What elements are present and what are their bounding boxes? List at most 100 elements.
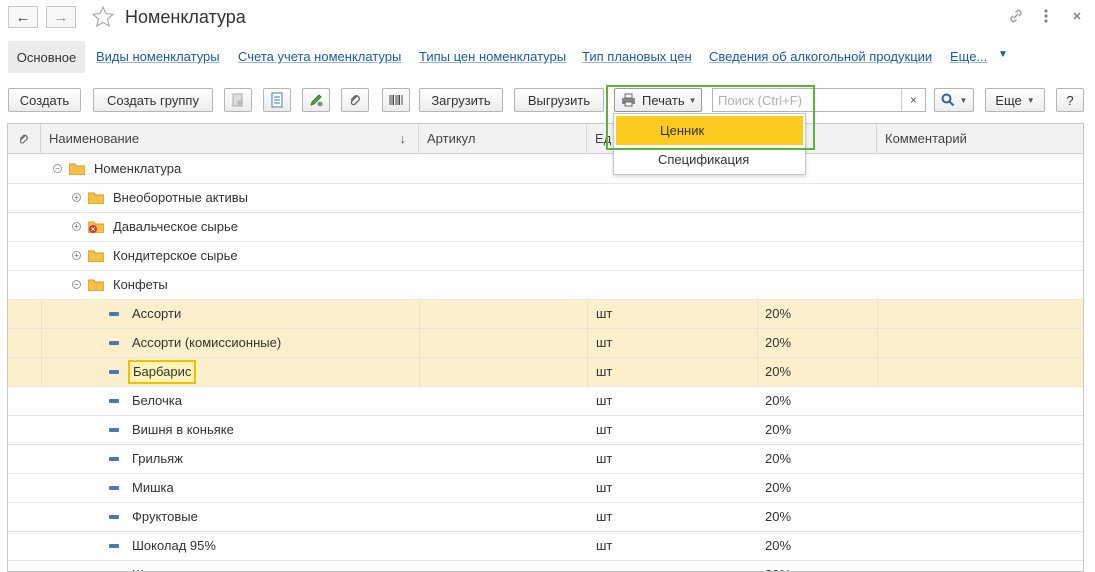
expand-icon[interactable]: +: [72, 251, 81, 260]
group-row-candies[interactable]: − Конфеты: [8, 271, 1083, 300]
folder-icon: [88, 279, 104, 291]
list-button[interactable]: [263, 88, 291, 112]
item-name: Мишка: [132, 480, 174, 495]
tab-accounting-accounts[interactable]: Счета учета номенклатуры: [238, 49, 401, 64]
forward-button[interactable]: →: [46, 6, 76, 28]
table-row[interactable]: Ассорти шт 20%: [8, 300, 1083, 329]
group-row-confectionery-raw[interactable]: + Кондитерское сырье: [8, 242, 1083, 271]
menu-item-price-tag[interactable]: Ценник: [616, 116, 803, 145]
tab-planned-price-type[interactable]: Тип плановых цен: [582, 49, 692, 64]
item-vat: 20%: [765, 509, 792, 524]
page-title: Номенклатура: [125, 7, 246, 27]
attachment-column-header[interactable]: [8, 124, 41, 154]
item-name: Вишня в коньяке: [132, 422, 234, 437]
item-vat: 20%: [765, 422, 792, 437]
table-row[interactable]: Белочка шт 20%: [8, 387, 1083, 416]
group-row-tolling-materials[interactable]: + Давальческое сырье: [8, 213, 1083, 242]
item-vat: 20%: [765, 393, 792, 408]
item-name-focused[interactable]: Барбарис: [128, 358, 197, 387]
name-column-header[interactable]: Наименование ↓: [41, 124, 419, 154]
item-icon: [109, 544, 119, 548]
clear-search-button[interactable]: ×: [901, 89, 925, 111]
group-row-fixed-assets[interactable]: + Внеоборотные активы: [8, 184, 1083, 213]
table-row[interactable]: Мишка шт 20%: [8, 474, 1083, 503]
more-vertical-icon[interactable]: [1042, 8, 1050, 24]
item-icon: [109, 312, 119, 316]
item-vat: 20%: [765, 364, 792, 379]
nomenclature-table: Наименование ↓ Артикул Ед Комментарий − …: [7, 123, 1084, 572]
tab-nomenclature-types[interactable]: Виды номенклатуры: [96, 49, 220, 64]
link-icon[interactable]: [1008, 8, 1024, 24]
item-name: Белочка: [132, 393, 182, 408]
item-icon: [109, 341, 119, 345]
folder-deleted-icon: [88, 221, 104, 233]
item-name: Фруктовые: [132, 509, 198, 524]
load-button[interactable]: Загрузить: [419, 88, 503, 112]
attach-button[interactable]: [341, 88, 369, 112]
expand-icon[interactable]: +: [72, 222, 81, 231]
group-row-nomenclature[interactable]: − Номенклатура: [8, 155, 1083, 184]
search-button[interactable]: ▼: [934, 88, 974, 112]
print-button[interactable]: Печать ▼: [614, 88, 702, 112]
table-row[interactable]: Фруктовые шт 20%: [8, 503, 1083, 532]
search-input[interactable]: [713, 89, 901, 111]
star-icon[interactable]: [91, 5, 115, 29]
item-name: Ш...: [132, 561, 155, 571]
tab-main[interactable]: Основное: [8, 41, 85, 73]
barcode-button[interactable]: [382, 88, 410, 112]
table-header: Наименование ↓ Артикул Ед Комментарий: [8, 124, 1083, 154]
item-unit: шт: [596, 480, 613, 495]
tab-alcohol-info[interactable]: Сведения об алкогольной продукции: [709, 49, 932, 64]
tab-price-types[interactable]: Типы цен номенклатуры: [419, 49, 566, 64]
collapse-icon[interactable]: −: [53, 164, 62, 173]
section-tabs: Основное Виды номенклатуры Счета учета н…: [8, 41, 1088, 73]
more-button[interactable]: Еще ▼: [985, 88, 1045, 112]
item-unit: шт: [596, 538, 613, 553]
close-icon[interactable]: [1071, 8, 1083, 24]
item-icon: [109, 457, 119, 461]
help-button[interactable]: ?: [1056, 88, 1084, 112]
item-vat: 20%: [765, 335, 792, 350]
table-row[interactable]: Ассорти (комиссионные) шт 20%: [8, 329, 1083, 358]
create-button[interactable]: Создать: [8, 88, 81, 112]
title-bar: ← → Номенклатура: [0, 0, 1095, 36]
item-unit: шт: [596, 335, 613, 350]
item-name: Грильяж: [132, 451, 183, 466]
expand-icon[interactable]: +: [72, 193, 81, 202]
collapse-icon[interactable]: −: [72, 280, 81, 289]
chevron-down-icon: ▼: [688, 95, 697, 105]
tab-more[interactable]: Еще...: [950, 49, 987, 64]
table-row[interactable]: Грильяж шт 20%: [8, 445, 1083, 474]
menu-item-specification[interactable]: Спецификация: [614, 145, 805, 174]
comment-column-header[interactable]: Комментарий: [877, 124, 1083, 154]
printer-icon: [622, 93, 635, 107]
search-field[interactable]: ×: [712, 88, 926, 112]
item-icon: [109, 515, 119, 519]
copy-button[interactable]: [224, 88, 252, 112]
arrow-left-icon: ←: [15, 8, 31, 26]
unload-button[interactable]: Выгрузить: [514, 88, 604, 112]
table-row[interactable]: Вишня в коньяке шт 20%: [8, 416, 1083, 445]
item-icon: [109, 428, 119, 432]
item-unit: шт: [596, 364, 613, 379]
item-unit: шт: [596, 561, 612, 571]
pencil-icon: [310, 94, 323, 107]
sort-desc-icon: ↓: [399, 131, 407, 146]
article-column-header[interactable]: Артикул: [419, 124, 587, 154]
chevron-down-icon: ▼: [1026, 95, 1035, 105]
table-row-current[interactable]: Барбарис шт 20%: [8, 358, 1083, 387]
create-group-button[interactable]: Создать группу: [93, 88, 213, 112]
table-row[interactable]: Шоколад 95% шт 20%: [8, 532, 1083, 561]
back-button[interactable]: ←: [8, 6, 38, 28]
item-unit: шт: [596, 393, 613, 408]
item-unit: шт: [596, 509, 613, 524]
item-vat: 20%: [765, 306, 792, 321]
print-menu: Ценник Спецификация: [613, 113, 806, 175]
item-name: Ассорти (комиссионные): [132, 335, 282, 350]
chevron-down-icon[interactable]: ▼: [998, 49, 1008, 60]
item-vat: 20%: [765, 480, 792, 495]
item-name: Ассорти: [132, 306, 182, 321]
edit-button[interactable]: [302, 88, 330, 112]
paperclip-icon: [19, 134, 28, 144]
table-row[interactable]: Ш... шт 20%: [8, 561, 1083, 571]
